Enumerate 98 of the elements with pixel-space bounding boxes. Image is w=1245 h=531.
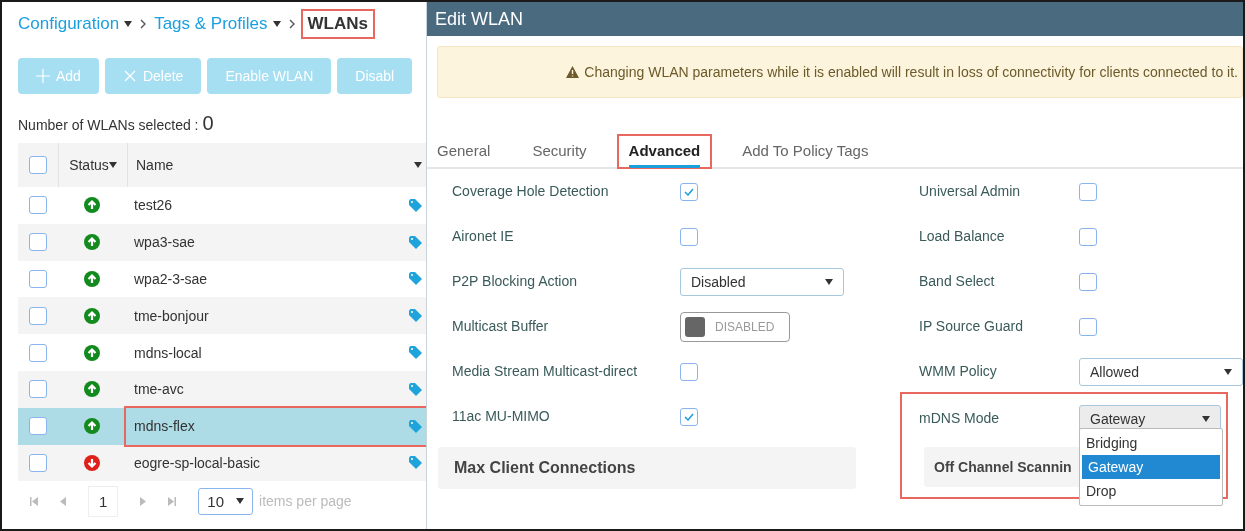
table-cell: mdns-local [134,344,202,361]
setting-label: WMM Policy [919,364,998,379]
table-cell: tme-avc [134,381,184,398]
status-down-icon [84,454,100,471]
checkbox[interactable] [680,227,698,246]
checkbox[interactable] [680,182,698,201]
checkbox[interactable] [680,407,698,426]
warning-icon [566,66,580,78]
caret-icon [1202,415,1210,422]
first-page-icon[interactable] [30,496,38,506]
selection-count: 0 [202,112,214,135]
checkbox[interactable] [1079,272,1097,291]
checkbox[interactable] [680,362,698,381]
table-row[interactable]: test26 [18,187,426,224]
table-cell: mdns-flex [134,418,195,435]
table-cell: wpa3-sae [134,234,195,251]
checkbox[interactable] [29,196,47,215]
status-up-icon [84,307,100,324]
tag-icon[interactable] [409,309,422,323]
tag-icon[interactable] [409,198,422,212]
column-header[interactable]: Status [69,157,109,173]
setting-label: Band Select [919,274,996,289]
status-up-icon [84,381,100,398]
checkbox[interactable] [29,306,47,325]
table-row[interactable]: mdns-local [18,334,426,371]
checkbox[interactable] [29,156,47,174]
close-icon [122,69,137,83]
tag-icon[interactable] [409,382,422,396]
table-row[interactable]: wpa3-sae [18,223,426,261]
checkmark-icon [684,412,694,421]
checkbox[interactable] [1079,182,1097,201]
status-up-icon [84,344,100,361]
section-header[interactable]: Max Client Connections [438,447,856,489]
checkbox[interactable] [29,417,47,436]
tag-icon[interactable] [409,346,422,360]
dropdown[interactable]: Allowed [1079,357,1243,386]
page-number[interactable]: 1 [88,485,119,517]
setting-label: Universal Admin [919,184,1022,199]
table-row[interactable]: wpa2-3-sae [18,260,426,298]
selection-label: Number of WLANs selected : [18,117,199,133]
setting-label: P2P Blocking Action [452,274,579,289]
table-row[interactable]: mdns-flex [18,407,426,445]
page-size-label: items per page [259,493,352,510]
dropdown-caret-icon [272,21,281,27]
caret-icon [1224,368,1232,375]
dropdown[interactable]: Disabled [680,267,844,296]
checkbox[interactable] [29,380,47,399]
checkbox[interactable] [1079,317,1097,336]
chevron-icon [140,19,147,29]
setting-label: Load Balance [919,229,1006,244]
setting-label: Coverage Hole Detection [452,184,610,199]
breadcrumb-current: WLANs [302,11,373,37]
setting-label: IP Source Guard [919,319,1025,334]
column-header[interactable]: Name [136,157,174,173]
warning-message: Changing WLAN parameters while it is enabled will result in loss of connectivity for clients connected to it. [584,64,1238,80]
status-up-icon [84,197,100,214]
page-size-dropdown[interactable]: 10 [198,487,254,515]
checkbox[interactable] [1079,227,1097,246]
checkbox[interactable] [29,233,47,252]
setting-label: mDNS Mode [919,411,1001,426]
status-up-icon [84,234,100,251]
table-cell: eogre-sp-local-basic [134,454,261,471]
caret-icon [236,498,245,505]
setting-label: Media Stream Multicast-direct [452,364,639,379]
setting-label: Multicast Buffer [452,319,550,334]
tab[interactable]: Add To Policy Tags [732,136,879,167]
tag-icon[interactable] [409,419,422,433]
status-up-icon [84,271,100,287]
last-page-icon[interactable] [168,496,177,506]
checkbox[interactable] [29,270,47,288]
checkbox[interactable] [29,453,47,472]
caret-icon [825,278,833,285]
tab[interactable]: Advanced [618,136,711,167]
tab[interactable]: Security [522,136,597,167]
sort-caret-icon [414,162,422,168]
tag-icon[interactable] [409,272,422,286]
table-row[interactable]: tme-bonjour [18,297,426,335]
previous-page-icon[interactable] [60,496,66,506]
next-page-icon[interactable] [140,496,147,506]
table-cell: wpa2-3-sae [134,271,208,287]
panel-title: Edit WLAN [427,2,1243,36]
table-row[interactable]: tme-avc [18,371,426,408]
status-up-icon [84,418,100,435]
sort-caret-icon [108,162,117,168]
chevron-icon [288,19,295,29]
tag-icon[interactable] [409,235,422,249]
table-cell: test26 [134,197,173,214]
plus-icon [36,69,50,83]
table-cell: tme-bonjour [134,307,209,324]
checkmark-icon [684,187,694,196]
tag-icon[interactable] [409,456,422,470]
setting-label: Aironet IE [452,229,515,244]
checkbox[interactable] [29,343,47,362]
table-row[interactable]: eogre-sp-local-basic [18,444,426,482]
dropdown-option[interactable]: Gateway [1082,455,1220,479]
setting-label: 11ac MU-MIMO [452,409,551,424]
tab[interactable]: General [427,136,501,167]
dropdown-caret-icon [124,21,133,27]
